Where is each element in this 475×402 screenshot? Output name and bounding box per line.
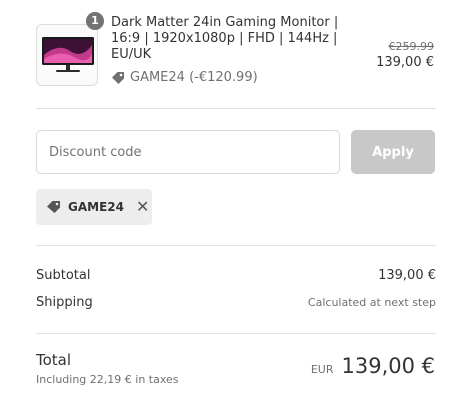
- divider: [36, 245, 436, 246]
- product-thumbnail: [36, 24, 98, 86]
- product-name: Dark Matter 24in Gaming Monitor | 16:9 |…: [111, 15, 339, 62]
- product-discount: GAME24 (-€120.99): [111, 70, 258, 85]
- remove-discount-icon[interactable]: ✕: [136, 199, 149, 215]
- subtotal-value: 139,00 €: [378, 268, 436, 283]
- subtotal-label: Subtotal: [36, 268, 91, 283]
- applied-code-label: GAME24: [68, 200, 124, 214]
- product-discount-label: GAME24 (-€120.99): [130, 70, 258, 85]
- tag-icon: [47, 201, 60, 213]
- currency-code: EUR: [310, 363, 334, 376]
- apply-button[interactable]: Apply: [351, 130, 435, 174]
- total-value: 139,00 €: [341, 354, 435, 378]
- cart-line-item: 1 Dark Matter 24in Gaming Monitor | 16:9…: [36, 12, 436, 100]
- tag-icon: [112, 71, 124, 84]
- applied-discount-chip: GAME24 ✕: [36, 189, 152, 225]
- total-label: Total: [36, 351, 72, 369]
- discount-code-input[interactable]: [36, 130, 340, 174]
- subtotal-row: Subtotal 139,00 €: [36, 268, 436, 283]
- shipping-label: Shipping: [36, 295, 93, 310]
- price-final: 139,00 €: [376, 55, 434, 70]
- divider: [36, 333, 436, 334]
- price-original: €259.99: [388, 40, 435, 53]
- quantity-badge: 1: [86, 12, 104, 30]
- divider: [36, 108, 436, 109]
- taxes-note: Including 22,19 € in taxes: [36, 373, 179, 386]
- total-amount: EUR 139,00 €: [311, 354, 435, 378]
- shipping-value: Calculated at next step: [307, 296, 436, 309]
- shipping-row: Shipping Calculated at next step: [36, 295, 436, 310]
